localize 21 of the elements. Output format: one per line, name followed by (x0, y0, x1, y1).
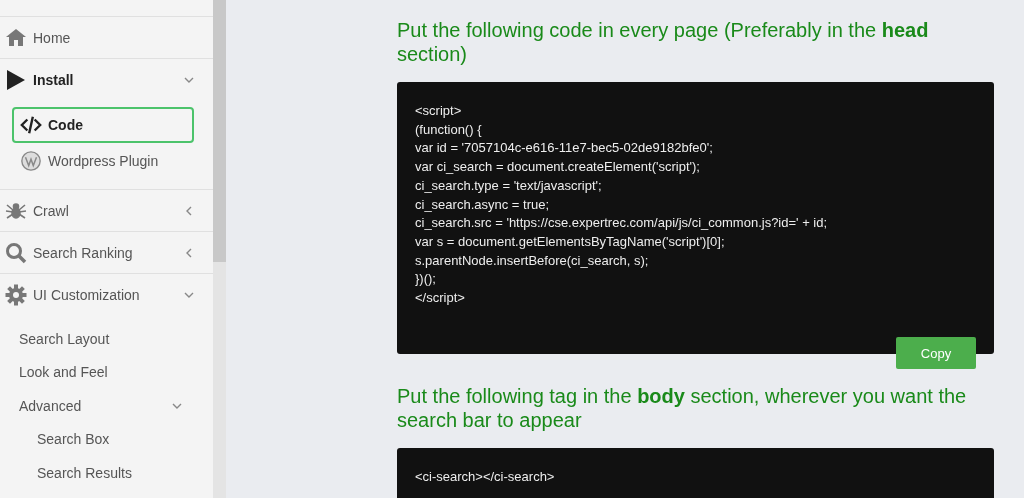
sidebar-item[interactable]: Look and Feel (0, 355, 213, 389)
instruction-heading: Put the following code in every page (Preferably in the head section) (397, 18, 930, 66)
sidebar-item[interactable]: Search Layout (0, 322, 213, 356)
sidebar-item[interactable]: Advanced (0, 389, 213, 423)
code-snippet: <script> (function() { var id = '7057104c-e616-11e7-bec5-02de9182bfe0'; var ci_search = document.createElement('script'); ci_search.type = 'text/javascript'; ci_search.async = true; ci_search.src = 'https://cse.expertrec.com/api/js/ci_common.js?id=' + id; var s = document.getElementsByTagName('script')[0]; s.parentNode.insertBefore(ci_search, s); })(); </script> (415, 102, 829, 308)
wordpress-icon (20, 150, 42, 172)
sidebar-item[interactable]: Wordpress Plugin (12, 143, 194, 179)
scrollbar[interactable] (213, 0, 226, 498)
scrollbar-thumb[interactable] (213, 0, 226, 262)
sidebar-item[interactable]: UI Customization (0, 273, 213, 315)
code-icon (20, 114, 42, 136)
sidebar-item[interactable]: Crawl (0, 189, 213, 231)
sidebar-item[interactable]: Home (0, 16, 213, 58)
sidebar-item[interactable]: Code (12, 107, 194, 143)
sidebar-item[interactable]: Search Results (0, 456, 213, 490)
code-snippet: <ci-search></ci-search> (415, 468, 556, 486)
instruction-heading: Put the following tag in the body section, wherever you want the search bar to appear (397, 384, 968, 432)
gear-icon (4, 282, 28, 307)
search-icon (4, 240, 28, 265)
sidebar-item[interactable]: Install (0, 58, 213, 100)
sidebar-item[interactable]: Search Box (0, 422, 213, 456)
